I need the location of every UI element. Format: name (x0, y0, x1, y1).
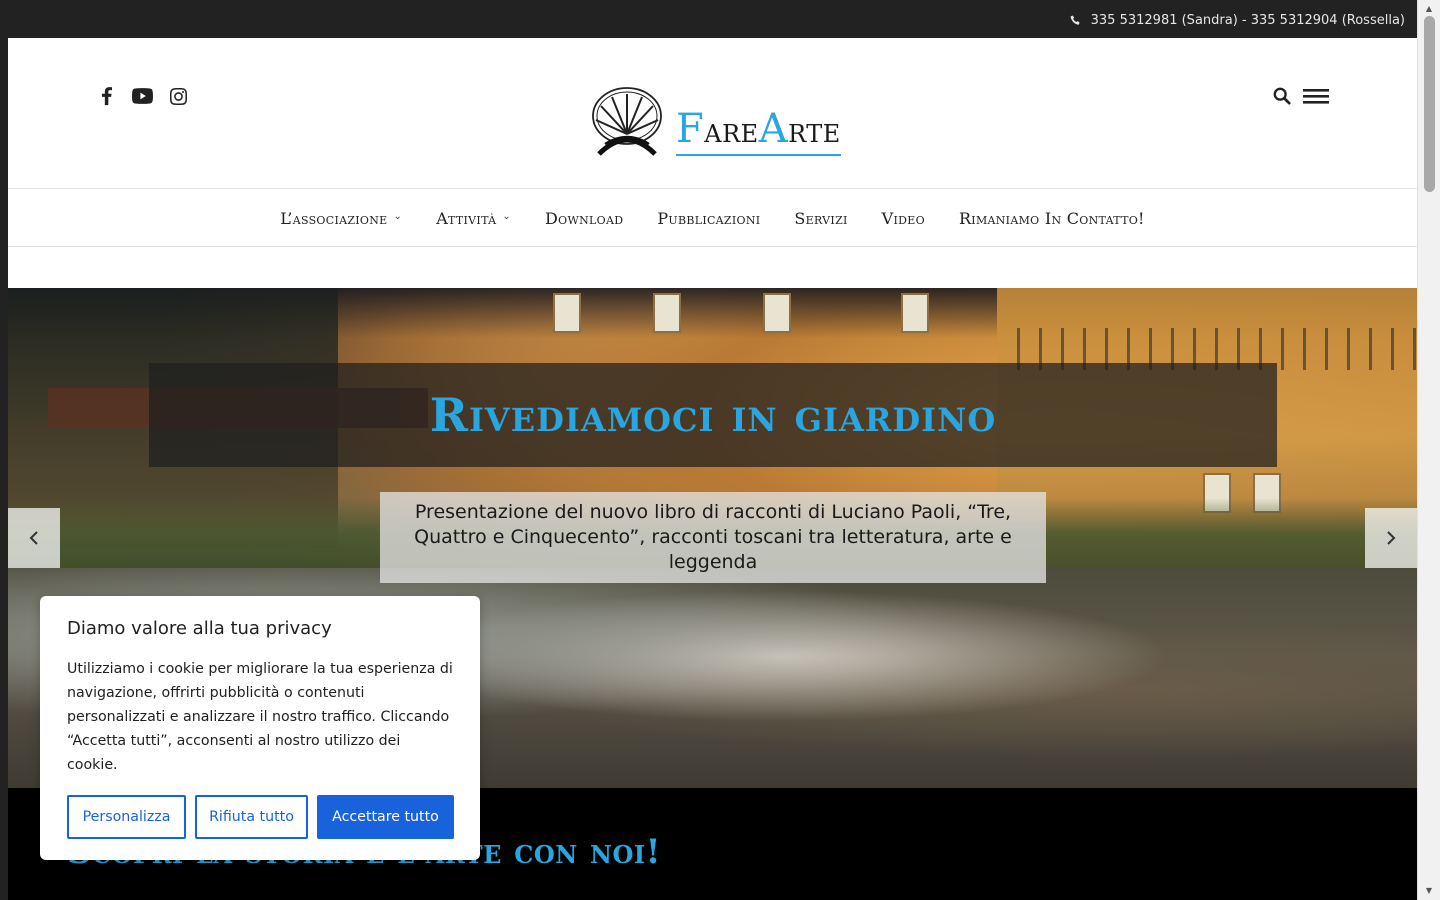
chevron-down-icon: ⌄ (393, 210, 403, 222)
nav-item-attivita[interactable]: Attività ⌄ (436, 209, 511, 228)
hero-background-window (553, 293, 581, 333)
menu-icon[interactable] (1303, 87, 1329, 105)
social-links (95, 85, 189, 107)
phone-icon (1070, 15, 1080, 25)
logo-initial-f: F (676, 106, 705, 152)
nav-label: Download (545, 208, 624, 228)
logo-initial-a: A (758, 106, 789, 152)
scroll-down-icon[interactable]: ▼ (1424, 886, 1434, 896)
hero-background-window (901, 293, 929, 333)
cookie-description: Utilizziamo i cookie per migliorare la t… (67, 661, 453, 773)
nav-item-associazione[interactable]: L’associazione ⌄ (280, 209, 402, 228)
site-header: FareArte (8, 38, 1417, 189)
header-tools (1273, 87, 1329, 105)
logo-emblem-icon (592, 87, 662, 156)
youtube-icon[interactable] (131, 85, 153, 107)
cookie-buttons: Personalizza Rifiuta tutto Accettare tut… (67, 795, 454, 839)
accept-all-button[interactable]: Accettare tutto (317, 795, 454, 839)
instagram-icon[interactable] (167, 85, 189, 107)
hero-caption: Presentazione del nuovo libro di raccont… (380, 492, 1046, 583)
nav-item-video[interactable]: Video (882, 209, 925, 228)
site-logo[interactable]: FareArte (590, 86, 841, 160)
search-icon[interactable] (1273, 87, 1291, 105)
main-navigation: L’associazione ⌄ Attività ⌄ Download Pubbl… (8, 190, 1417, 247)
scrollbar-thumb[interactable] (1424, 16, 1435, 192)
logo-wordmark: FareArte (676, 106, 841, 156)
hero-title-band: Rivediamoci in giardino (149, 363, 1277, 467)
hero-title: Rivediamoci in giardino (429, 388, 997, 442)
nav-label: Attività (436, 208, 497, 228)
slider-next-button[interactable] (1365, 508, 1417, 568)
scroll-up-icon[interactable]: ▲ (1424, 4, 1434, 14)
contact-phone: 335 5312981 (Sandra) - 335 5312904 (Ross… (1070, 13, 1405, 28)
nav-label: L’associazione (280, 208, 388, 228)
logo-text-are: are (704, 111, 759, 151)
chevron-down-icon: ⌄ (502, 210, 512, 222)
nav-label: Video (881, 208, 925, 228)
chevron-right-icon (1387, 531, 1396, 545)
logo-text-rte: rte (788, 111, 841, 151)
nav-item-contatto[interactable]: Rimaniamo In Contatto! (959, 209, 1145, 228)
customize-button[interactable]: Personalizza (67, 795, 186, 839)
page-scrollbar[interactable]: ▲ ▼ (1417, 0, 1440, 900)
nav-item-servizi[interactable]: Servizi (794, 209, 847, 228)
top-bar: 335 5312981 (Sandra) - 335 5312904 (Ross… (0, 0, 1440, 38)
hero-background-window (653, 293, 681, 333)
chevron-left-icon (29, 531, 38, 545)
nav-label: Pubblicazioni (657, 208, 761, 228)
nav-label: Rimaniamo In Contatto! (958, 208, 1145, 228)
nav-label: Servizi (794, 208, 848, 228)
hero-subtitle: Presentazione del nuovo libro di raccont… (414, 501, 1012, 573)
phone-numbers: 335 5312981 (Sandra) - 335 5312904 (Ross… (1090, 13, 1405, 28)
hero-background-window (763, 293, 791, 333)
reject-all-button[interactable]: Rifiuta tutto (195, 795, 308, 839)
cookie-consent-banner: Diamo valore alla tua privacy Utilizziam… (40, 596, 480, 860)
slider-prev-button[interactable] (8, 508, 60, 568)
cookie-title: Diamo valore alla tua privacy (67, 618, 332, 639)
nav-item-pubblicazioni[interactable]: Pubblicazioni (657, 209, 760, 228)
facebook-icon[interactable] (95, 85, 117, 107)
nav-item-download[interactable]: Download (545, 209, 623, 228)
